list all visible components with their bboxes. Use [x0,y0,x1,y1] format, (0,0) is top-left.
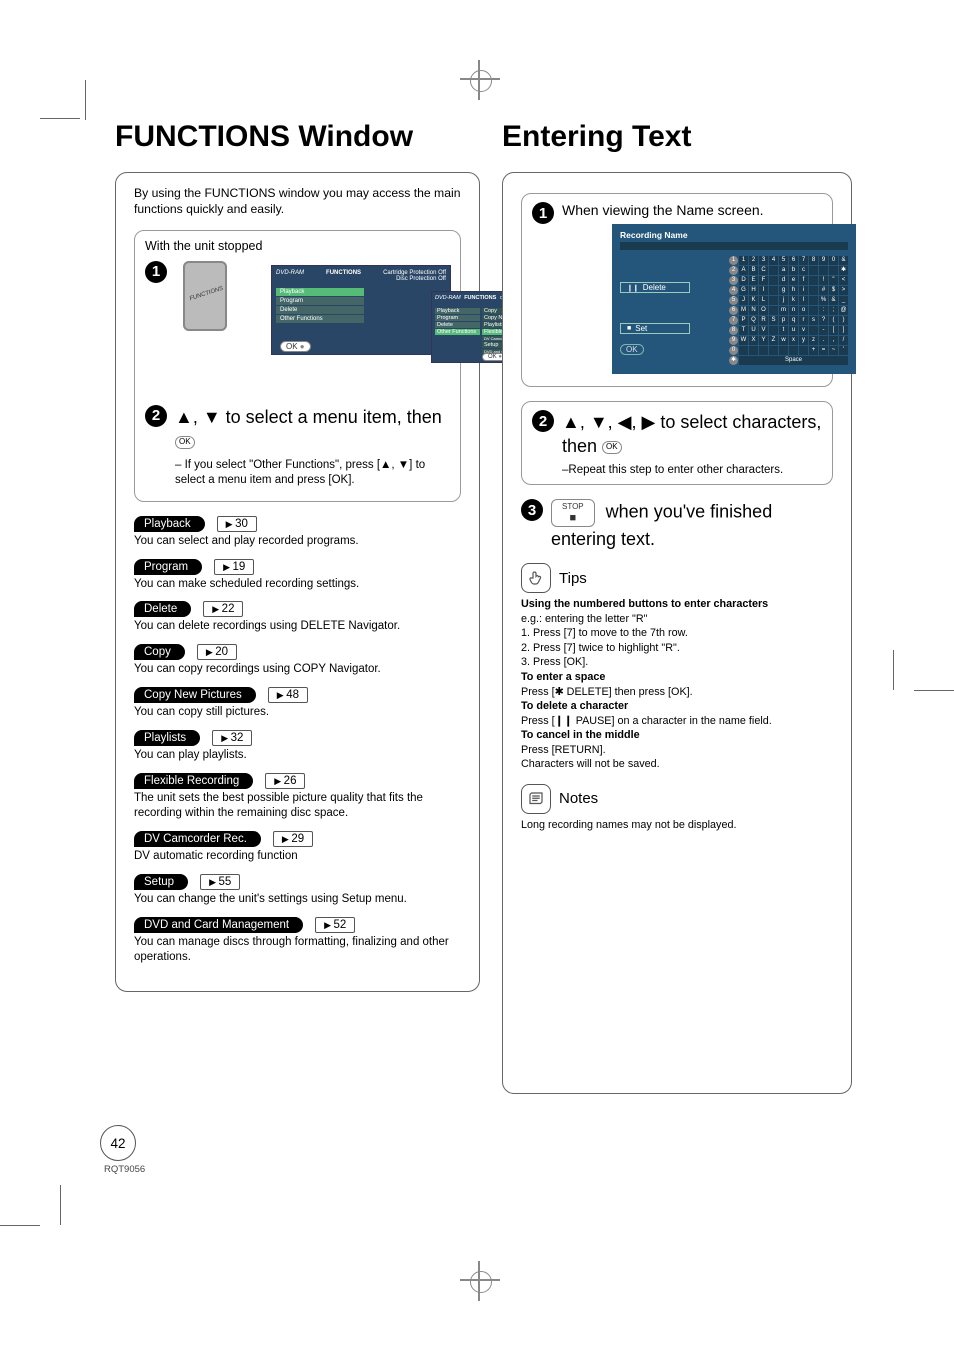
left-title: FUNCTIONS Window [115,120,480,154]
page-ref: 48 [268,687,308,703]
stop-button-icon: STOP■ [551,499,595,527]
tips-l3: 1. Press [7] to move to the 7th row. [521,626,833,641]
page-ref: 22 [203,601,243,617]
step-2-text: ▲, ▼ to select a menu item, then OK [175,405,450,454]
func-desc: You can copy still pictures. [134,705,461,720]
func-desc: You can delete recordings using DELETE N… [134,619,461,634]
doc-id: RQT9056 [104,1164,145,1175]
page-ref: 30 [217,516,257,532]
func-desc: You can play playlists. [134,748,461,763]
step-1-badge-r: 1 [532,202,554,224]
step1-text: When viewing the Name screen. [562,202,856,218]
func-desc: You can select and play recorded program… [134,534,461,549]
func-pill: Delete [134,601,191,617]
unit-stopped-label: With the unit stopped [145,239,450,253]
tips-icon [521,563,551,593]
tips-l2: e.g.: entering the letter "R" [521,612,833,627]
page-ref: 52 [315,917,355,933]
right-title: Entering Text [502,120,852,154]
tips-l4: 2. Press [7] twice to highlight "R". [521,641,833,656]
step-3-badge-r: 3 [521,499,543,521]
tips-heading: Tips [559,570,587,587]
func-desc: You can change the unit's settings using… [134,892,461,907]
tips-l6: To enter a space [521,671,605,683]
func-desc: You can make scheduled recording setting… [134,577,461,592]
page-ref: 26 [265,773,305,789]
tips-l8: To delete a character [521,700,628,712]
tips-l11: Press [RETURN]. [521,743,833,758]
page-number: 42 [100,1125,136,1161]
step2-text-r: ▲, ▼, ◀, ▶ to select characters, then OK [562,410,822,459]
step-2-badge-r: 2 [532,410,554,432]
func-pill: Setup [134,874,188,890]
notes-icon [521,784,551,814]
func-desc: The unit sets the best possible picture … [134,791,461,821]
step-2-badge: 2 [145,405,167,427]
tips-l1: Using the numbered buttons to enter char… [521,598,768,610]
ok-button-icon: OK [602,441,622,454]
ok-button-icon: OK [175,436,195,449]
func-pill: Playback [134,516,205,532]
tips-l5: 3. Press [OK]. [521,655,833,670]
func-pill: Program [134,559,202,575]
func-pill: Playlists [134,730,200,746]
func-pill: Copy [134,644,185,660]
recording-name-screen: Recording Name ❙❙Delete ■Set OK 11234567… [612,224,856,374]
intro-text: By using the FUNCTIONS window you may ac… [134,185,461,218]
step-1-badge: 1 [145,261,167,283]
notes-l1: Long recording names may not be displaye… [521,818,833,833]
func-desc: You can manage discs through formatting,… [134,935,461,965]
notes-heading: Notes [559,790,598,807]
func-pill: DVD and Card Management [134,917,303,933]
remote-icon [183,261,227,331]
func-pill: Flexible Recording [134,773,253,789]
step2-note-r: –Repeat this step to enter other charact… [562,463,822,479]
functions-screen-1: DVD-RAM FUNCTIONS Cartridge Protection O… [271,265,451,355]
tips-l12: Characters will not be saved. [521,757,833,772]
func-pill: DV Camcorder Rec. [134,831,261,847]
page-ref: 32 [212,730,252,746]
page-ref: 20 [197,644,237,660]
tips-l10: To cancel in the middle [521,729,640,741]
step-2-note: – If you select "Other Functions", press… [175,458,450,489]
func-desc: You can copy recordings using COPY Navig… [134,662,461,677]
func-desc: DV automatic recording function [134,849,461,864]
page-ref: 19 [214,559,254,575]
page-ref: 55 [200,874,240,890]
page-ref: 29 [273,831,313,847]
tips-l7: Press [✱ DELETE] then press [OK]. [521,685,833,700]
step3-text-r: STOP■ when you've finished entering text… [551,499,833,551]
tips-l9: Press [❙❙ PAUSE] on a character in the n… [521,714,833,729]
func-pill: Copy New Pictures [134,687,256,703]
